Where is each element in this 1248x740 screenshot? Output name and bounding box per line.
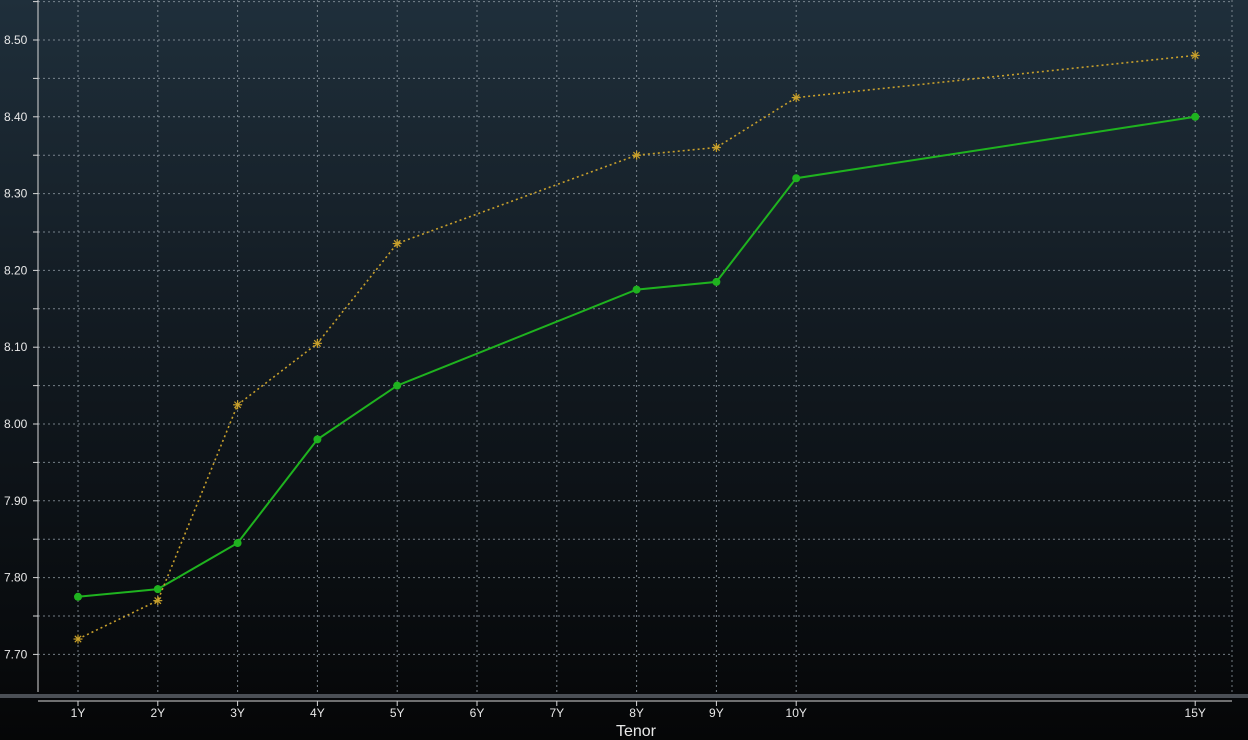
x-tick-label: 8Y bbox=[629, 706, 644, 720]
series-2-point bbox=[632, 150, 642, 160]
plot-separator bbox=[0, 694, 1248, 698]
axis-layer: 7.70 7.80 7.90 8.00 8.10 8.20 8.30 8.40 8.50 1Y 2Y… bbox=[0, 0, 1248, 720]
x-tick-label: 10Y bbox=[786, 706, 807, 720]
series-2-point bbox=[1190, 50, 1200, 60]
chart-container: 7.70 7.80 7.90 8.00 8.10 8.20 8.30 8.40 8.50 1Y 2Y… bbox=[0, 0, 1248, 740]
y-tick-label: 8.10 bbox=[4, 340, 28, 354]
yield-curve-chart: 7.70 7.80 7.90 8.00 8.10 8.20 8.30 8.40 8.50 1Y 2Y… bbox=[0, 0, 1248, 740]
y-tick-label: 7.70 bbox=[4, 647, 28, 661]
x-tick-label: 1Y bbox=[71, 706, 86, 720]
x-tick-label: 2Y bbox=[150, 706, 165, 720]
x-tick-label: 3Y bbox=[230, 706, 245, 720]
series-2-point bbox=[791, 93, 801, 103]
series-layer bbox=[73, 50, 1200, 644]
x-tick-label: 15Y bbox=[1185, 706, 1206, 720]
series-2-point bbox=[73, 634, 83, 644]
series-2-point bbox=[233, 400, 243, 410]
x-tick-label: 7Y bbox=[549, 706, 564, 720]
series-1-point bbox=[153, 585, 162, 594]
x-axis-title: Tenor bbox=[616, 723, 657, 740]
series-1-point bbox=[74, 592, 82, 601]
y-tick-label: 8.20 bbox=[4, 263, 28, 277]
series-1-point bbox=[712, 277, 721, 286]
series-2-point bbox=[312, 338, 322, 348]
series-2-point bbox=[711, 143, 721, 153]
y-tick-label: 8.30 bbox=[4, 187, 28, 201]
series-1-point bbox=[1191, 112, 1200, 121]
x-tick-label: 6Y bbox=[470, 706, 485, 720]
grid-layer bbox=[38, 0, 1233, 692]
y-tick-label: 8.50 bbox=[4, 33, 28, 47]
series-1-point bbox=[393, 381, 402, 390]
y-tick-label: 7.90 bbox=[4, 494, 28, 508]
y-tick-label: 8.40 bbox=[4, 110, 28, 124]
series-1-point bbox=[632, 285, 641, 294]
y-tick-label: 7.80 bbox=[4, 571, 28, 585]
series-1-point bbox=[313, 435, 322, 444]
series-1-point bbox=[792, 174, 801, 183]
series-2-point bbox=[392, 239, 402, 249]
y-tick-label: 8.00 bbox=[4, 417, 28, 431]
series-1-point bbox=[233, 539, 242, 548]
x-tick-label: 4Y bbox=[310, 706, 325, 720]
series-2-point bbox=[153, 596, 163, 606]
x-tick-label: 9Y bbox=[709, 706, 724, 720]
x-tick-label: 5Y bbox=[390, 706, 405, 720]
